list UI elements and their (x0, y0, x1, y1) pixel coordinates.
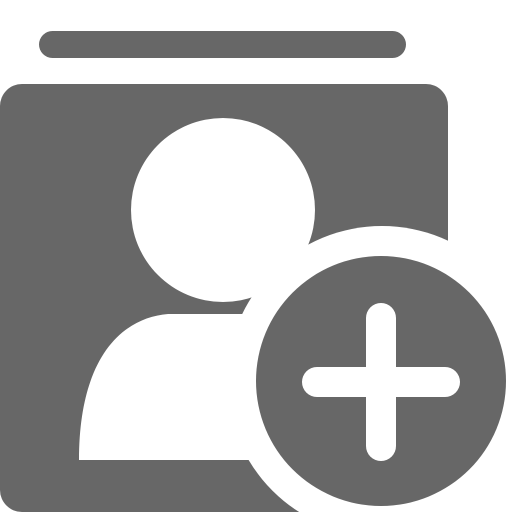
card-stack-bar-icon (39, 31, 406, 58)
add-contact-icon (0, 0, 512, 512)
plus-horizontal-icon (302, 367, 460, 397)
add-contact-svg (0, 31, 512, 512)
